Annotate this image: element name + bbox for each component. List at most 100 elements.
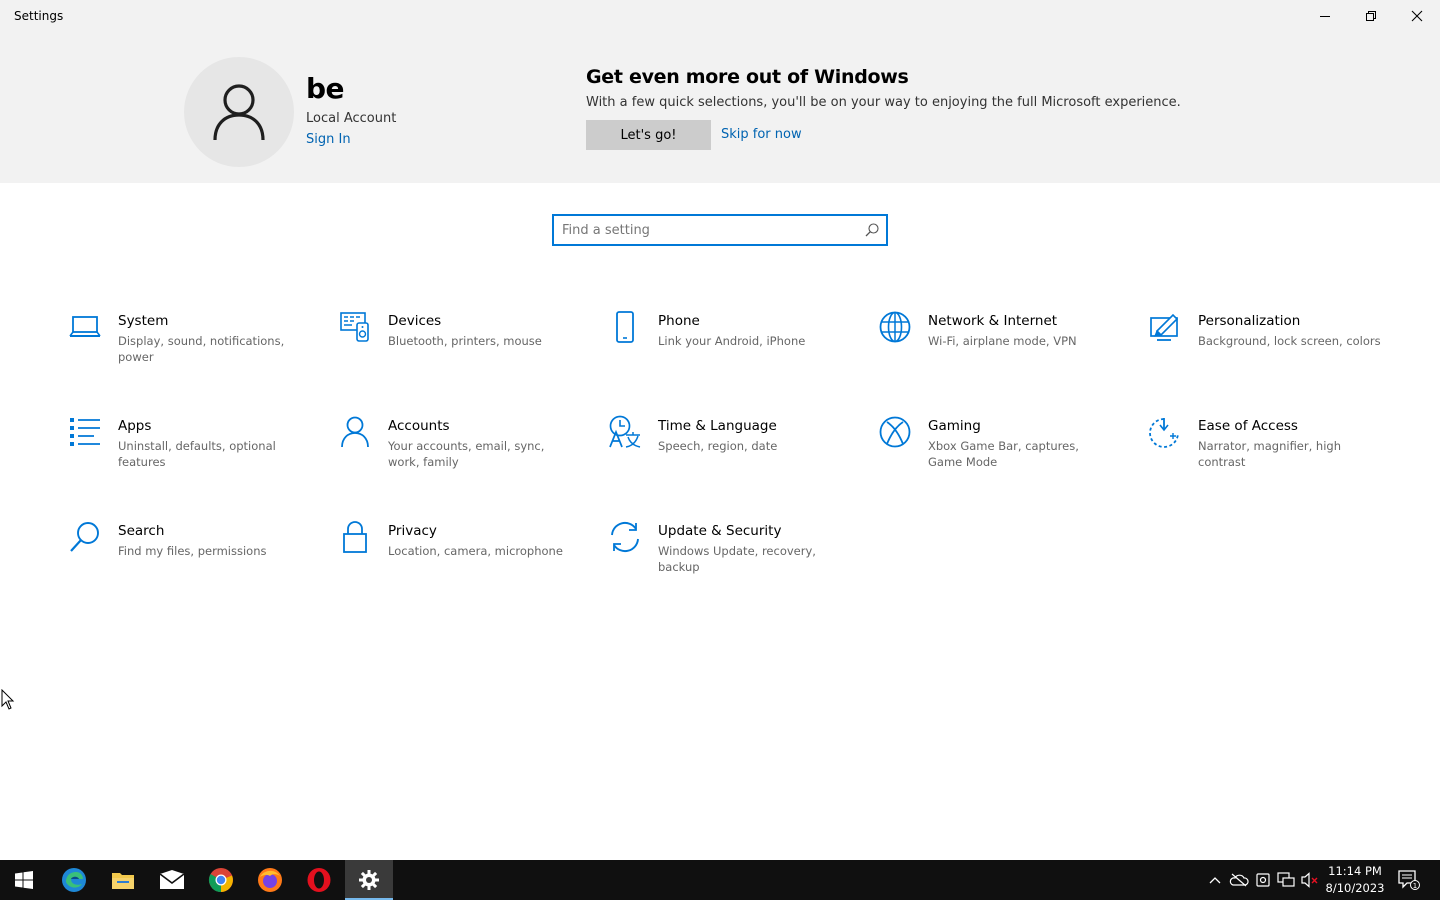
tray-onedrive[interactable] <box>1228 860 1250 900</box>
chevron-up-icon <box>1209 877 1221 884</box>
tile-description: Display, sound, notifications, power <box>118 334 285 364</box>
tile-description: Find my files, permissions <box>118 544 267 558</box>
tile-label: Apps <box>118 418 152 434</box>
clock-time: 11:14 PM <box>1328 864 1382 878</box>
file-explorer-icon <box>112 873 134 889</box>
tile-label: Devices <box>388 313 442 329</box>
tile-system[interactable]: System Display, sound, notifications, po… <box>68 310 318 390</box>
laptop-icon <box>68 310 102 344</box>
tile-label: Search <box>118 523 165 539</box>
clock-date: 8/10/2023 <box>1325 881 1385 895</box>
search-icon[interactable] <box>864 222 880 238</box>
account-name: be <box>306 72 345 105</box>
cloud-offline-icon <box>1229 873 1249 887</box>
xbox-icon <box>878 415 912 449</box>
tile-personalization[interactable]: Personalization Background, lock screen,… <box>1148 310 1398 390</box>
tile-update-security[interactable]: Update & Security Windows Update, recove… <box>608 520 858 600</box>
tile-description: Background, lock screen, colors <box>1198 334 1381 348</box>
taskbar-firefox[interactable] <box>246 860 294 900</box>
skip-for-now-link[interactable]: Skip for now <box>721 127 802 142</box>
tray-network[interactable] <box>1275 860 1297 900</box>
taskbar-edge[interactable] <box>50 860 98 900</box>
notification-icon: 1 <box>1398 870 1420 890</box>
sign-in-link[interactable]: Sign In <box>306 132 351 147</box>
tile-gaming[interactable]: Gaming Xbox Game Bar, captures, Game Mod… <box>878 415 1128 495</box>
search-icon <box>68 520 102 554</box>
minimize-button[interactable] <box>1302 0 1348 32</box>
close-icon <box>1411 10 1423 22</box>
close-button[interactable] <box>1394 0 1440 32</box>
taskbar: 11:14 PM 8/10/2023 1 <box>0 860 1440 900</box>
tile-network[interactable]: Network & Internet Wi-Fi, airplane mode,… <box>878 310 1128 390</box>
taskbar-settings[interactable] <box>345 860 393 900</box>
tile-description: Speech, region, date <box>658 439 778 453</box>
apps-list-icon <box>68 415 102 449</box>
account-type: Local Account <box>306 111 397 126</box>
tray-volume[interactable] <box>1299 860 1321 900</box>
person-icon <box>338 415 372 449</box>
tile-apps[interactable]: Apps Uninstall, defaults, optional featu… <box>68 415 318 495</box>
tile-label: Phone <box>658 313 700 329</box>
restore-button[interactable] <box>1348 0 1394 32</box>
sync-icon <box>608 520 642 554</box>
minimize-icon <box>1320 16 1330 17</box>
title-bar: Settings <box>0 0 1440 34</box>
tile-label: Time & Language <box>658 418 777 434</box>
taskbar-clock[interactable]: 11:14 PM 8/10/2023 <box>1322 863 1388 897</box>
tile-search[interactable]: Search Find my files, permissions <box>68 520 318 600</box>
tile-label: Update & Security <box>658 523 782 539</box>
tile-description: Location, camera, microphone <box>388 544 563 558</box>
windows-start-icon <box>15 871 33 889</box>
start-button[interactable] <box>0 860 48 900</box>
tile-label: System <box>118 313 169 329</box>
show-hidden-icons-button[interactable] <box>1205 860 1225 900</box>
mouse-cursor-icon <box>1 689 15 710</box>
taskbar-chrome[interactable] <box>197 860 245 900</box>
tile-description: Your accounts, email, sync, work, family <box>388 439 545 469</box>
tile-description: Windows Update, recovery, backup <box>658 544 816 574</box>
promo-text: With a few quick selections, you'll be o… <box>586 95 1181 110</box>
taskbar-mail[interactable] <box>148 860 196 900</box>
camera-icon <box>1256 873 1270 887</box>
tile-devices[interactable]: Devices Bluetooth, printers, mouse <box>338 310 588 390</box>
account-header: be Local Account Sign In Get even more o… <box>0 34 1440 183</box>
tile-description: Uninstall, defaults, optional features <box>118 439 276 469</box>
promo-title: Get even more out of Windows <box>586 66 909 88</box>
tile-label: Personalization <box>1198 313 1301 329</box>
tile-ease-of-access[interactable]: Ease of Access Narrator, magnifier, high… <box>1148 415 1398 495</box>
tile-label: Network & Internet <box>928 313 1058 329</box>
tile-phone[interactable]: Phone Link your Android, iPhone <box>608 310 858 390</box>
search-box <box>552 214 888 246</box>
time-language-icon <box>608 415 642 449</box>
globe-icon <box>878 310 912 344</box>
lets-go-button[interactable]: Let's go! <box>586 120 711 150</box>
tile-description: Xbox Game Bar, captures, Game Mode <box>928 439 1079 469</box>
ease-of-access-icon <box>1148 415 1182 449</box>
opera-icon <box>307 868 331 892</box>
volume-muted-icon <box>1301 872 1318 888</box>
notification-badge: 1 <box>1413 882 1417 890</box>
tile-accounts[interactable]: Accounts Your accounts, email, sync, wor… <box>338 415 588 495</box>
tile-label: Gaming <box>928 418 981 434</box>
taskbar-opera[interactable] <box>295 860 343 900</box>
phone-icon <box>608 310 642 344</box>
tile-label: Ease of Access <box>1198 418 1298 434</box>
paint-icon <box>1148 310 1182 344</box>
taskbar-file-explorer[interactable] <box>99 860 147 900</box>
tile-time-language[interactable]: Time & Language Speech, region, date <box>608 415 858 495</box>
search-input[interactable] <box>562 219 852 241</box>
user-avatar-icon <box>213 84 265 141</box>
action-center-button[interactable]: 1 <box>1394 860 1424 900</box>
tile-privacy[interactable]: Privacy Location, camera, microphone <box>338 520 588 600</box>
restore-icon <box>1366 11 1376 21</box>
tile-description: Link your Android, iPhone <box>658 334 806 348</box>
devices-icon <box>338 310 372 344</box>
window-title: Settings <box>14 9 64 23</box>
chrome-icon <box>208 868 233 892</box>
tile-description: Wi-Fi, airplane mode, VPN <box>928 334 1077 348</box>
mail-icon <box>159 870 185 889</box>
tray-meet-now[interactable] <box>1253 860 1273 900</box>
tile-description: Bluetooth, printers, mouse <box>388 334 542 348</box>
settings-gear-icon <box>359 870 379 890</box>
tile-description: Narrator, magnifier, high contrast <box>1198 439 1341 469</box>
